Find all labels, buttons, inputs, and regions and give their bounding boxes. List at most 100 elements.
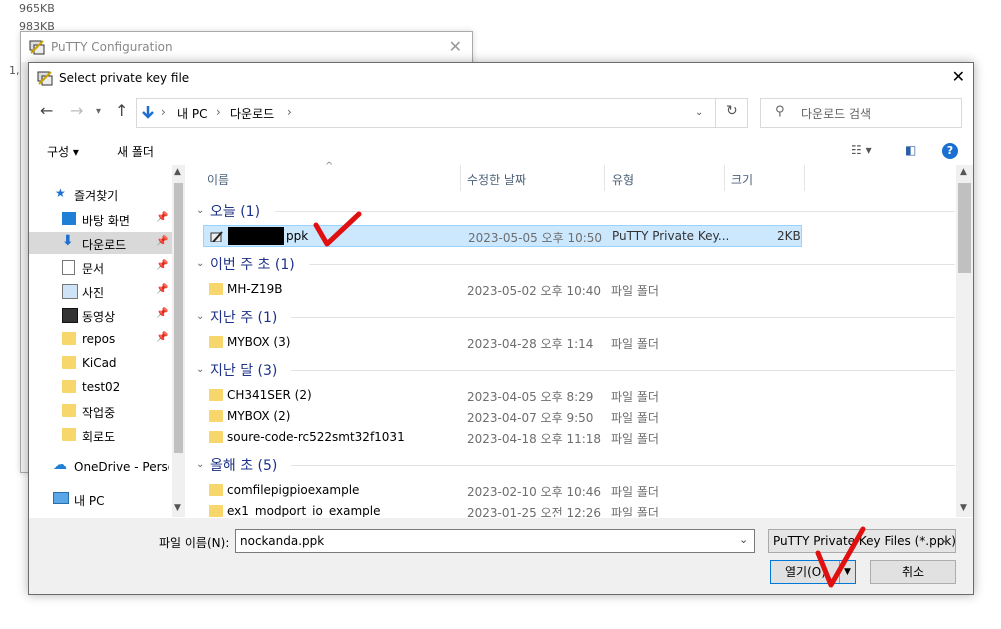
cloud-icon: ☁ — [53, 457, 67, 473]
bg-text-3: 1, — [9, 64, 20, 77]
group-collapse-icon[interactable]: ⌄ — [196, 205, 204, 216]
organize-button[interactable]: 구성 ▾ — [47, 143, 79, 160]
filename-field[interactable]: nockanda.ppk ⌄ — [235, 529, 755, 553]
group-header-this-week[interactable]: 이번 주 초 (1) — [210, 254, 295, 274]
pin-icon: 📌 — [156, 308, 169, 319]
new-folder-button[interactable]: 새 폴더 — [117, 143, 154, 160]
group-collapse-icon[interactable]: ⌄ — [196, 459, 204, 470]
file-name: CH341SER (2) — [227, 388, 312, 402]
forward-icon[interactable]: → — [70, 101, 83, 120]
pin-icon: 📌 — [156, 212, 169, 223]
sidebar-item-repos[interactable]: repos 📌 — [29, 328, 169, 350]
file-name: comfilepigpioexample — [227, 483, 360, 497]
sidebar-item-label: 회로도 — [82, 430, 116, 444]
folder-icon — [209, 283, 223, 295]
column-divider — [724, 165, 725, 191]
file-row[interactable]: comfilepigpioexample 2023-02-10 오후 10:46… — [203, 480, 803, 500]
breadcrumb-this-pc[interactable]: 내 PC — [177, 105, 207, 122]
column-header-name[interactable]: 이름 — [207, 171, 229, 188]
folder-icon — [62, 380, 76, 393]
sidebar-item-onedrive[interactable]: ☁ OneDrive - Person — [29, 456, 169, 478]
sidebar-item-downloads[interactable]: ⬇ 다운로드 📌 — [29, 232, 172, 254]
scroll-down-icon[interactable]: ▼ — [174, 503, 181, 513]
putty-icon — [29, 40, 45, 55]
chevron-down-icon[interactable]: ⌄ — [739, 533, 748, 546]
back-icon[interactable]: ← — [40, 101, 53, 120]
filename-value: nockanda.ppk — [240, 534, 325, 548]
column-header-size[interactable]: 크기 — [731, 171, 753, 188]
file-row[interactable]: soure-code-rc522smt32f1031 2023-04-18 오후… — [203, 427, 803, 447]
group-collapse-icon[interactable]: ⌄ — [196, 311, 204, 322]
computer-icon — [53, 492, 69, 504]
video-icon — [62, 308, 78, 323]
preview-pane-icon[interactable]: ◧ — [905, 143, 916, 157]
breadcrumb-chevron-icon: › — [216, 105, 221, 119]
sidebar-item-test02[interactable]: test02 — [29, 376, 169, 398]
file-name: MH-Z19B — [227, 282, 283, 296]
address-bar[interactable]: › 내 PC › 다운로드 › ⌄ ↻ — [136, 98, 748, 128]
recent-chevron-icon[interactable]: ▾ — [96, 106, 101, 117]
sidebar-item-pictures[interactable]: 사진 📌 — [29, 280, 169, 302]
file-date: 2023-05-02 오후 10:40 — [467, 284, 602, 298]
file-type: 파일 폴더 — [611, 284, 659, 298]
sidebar-item-desktop[interactable]: 바탕 화면 📌 — [29, 208, 169, 230]
sidebar-item-videos[interactable]: 동영상 📌 — [29, 304, 169, 326]
file-row[interactable]: CH341SER (2) 2023-04-05 오후 8:29 파일 폴더 — [203, 385, 803, 405]
file-row-ppk[interactable]: ppk 2023-05-05 오후 10:50 PuTTY Private Ke… — [203, 225, 802, 247]
refresh-icon[interactable]: ↻ — [726, 103, 738, 119]
column-header-type[interactable]: 유형 — [612, 171, 634, 188]
file-name: MYBOX (3) — [227, 335, 291, 349]
sidebar-item-label: repos — [82, 332, 116, 346]
folder-icon — [209, 389, 223, 401]
search-input[interactable]: 다운로드 검색 — [801, 105, 871, 122]
putty-close-icon[interactable]: ✕ — [449, 37, 462, 56]
group-header-last-week[interactable]: 지난 주 (1) — [210, 307, 277, 327]
view-options-icon[interactable]: ☷ ▾ — [851, 143, 872, 157]
pin-icon: 📌 — [156, 260, 169, 271]
scroll-down-icon[interactable]: ▼ — [960, 503, 967, 513]
file-type: 파일 폴더 — [611, 432, 659, 446]
sidebar-item-this-pc[interactable]: 내 PC — [29, 488, 169, 510]
breadcrumb-downloads[interactable]: 다운로드 — [230, 105, 274, 122]
scroll-up-icon[interactable]: ▲ — [174, 167, 181, 177]
sidebar-item-circuits[interactable]: 회로도 — [29, 424, 169, 446]
up-icon[interactable]: ↑ — [115, 101, 128, 120]
sidebar-item-favorites[interactable]: ★ 즐겨찾기 — [29, 183, 169, 205]
select-key-dialog: Select private key file ✕ ← → ▾ ↑ › 내 PC… — [28, 62, 974, 595]
group-header-today[interactable]: 오늘 (1) — [210, 201, 260, 221]
group-header-last-month[interactable]: 지난 달 (3) — [210, 360, 277, 380]
file-name: ppk — [286, 229, 309, 243]
column-header-date[interactable]: 수정한 날짜 — [467, 171, 526, 188]
file-row[interactable]: MYBOX (2) 2023-04-07 오후 9:50 파일 폴더 — [203, 406, 803, 426]
cancel-button[interactable]: 취소 — [870, 560, 956, 584]
group-header-this-year[interactable]: 올해 초 (5) — [210, 455, 277, 475]
group-line — [275, 211, 955, 212]
file-row[interactable]: ex1_modport_io_example 2023-01-25 오전 12:… — [203, 501, 803, 517]
group-collapse-icon[interactable]: ⌄ — [196, 258, 204, 269]
search-box[interactable]: ⚲ 다운로드 검색 — [760, 98, 962, 128]
sidebar-item-label: 작업중 — [82, 406, 116, 420]
desktop-icon — [62, 212, 76, 225]
sidebar-scrollbar[interactable]: ▲ ▼ — [172, 165, 185, 517]
file-list-scroll-thumb[interactable] — [958, 183, 971, 273]
sidebar-item-work[interactable]: 작업중 — [29, 400, 169, 422]
folder-icon — [209, 484, 223, 496]
sort-up-icon: ^ — [325, 161, 334, 172]
navigation-pane: ★ 즐겨찾기 바탕 화면 📌 ⬇ 다운로드 📌 문서 📌 사진 📌 동영상 📌 — [29, 165, 184, 517]
file-row[interactable]: MYBOX (3) 2023-04-28 오후 1:14 파일 폴더 — [203, 332, 803, 352]
document-icon — [62, 260, 75, 275]
folder-icon — [62, 332, 76, 345]
file-list-scrollbar[interactable]: ▲ ▼ — [956, 165, 973, 517]
sidebar-item-documents[interactable]: 문서 📌 — [29, 256, 169, 278]
filename-label: 파일 이름(N): — [159, 536, 230, 550]
close-icon[interactable]: ✕ — [952, 67, 965, 86]
group-collapse-icon[interactable]: ⌄ — [196, 364, 204, 375]
address-dropdown-icon[interactable]: ⌄ — [695, 107, 703, 118]
help-icon[interactable]: ? — [942, 143, 958, 159]
scroll-up-icon[interactable]: ▲ — [960, 167, 967, 177]
sidebar-item-kicad[interactable]: KiCad — [29, 352, 169, 374]
file-date: 2023-04-05 오후 8:29 — [467, 390, 594, 404]
red-checkmark-annotation-icon — [815, 526, 866, 588]
sidebar-scroll-thumb[interactable] — [174, 183, 183, 453]
file-row[interactable]: MH-Z19B 2023-05-02 오후 10:40 파일 폴더 — [203, 279, 803, 299]
